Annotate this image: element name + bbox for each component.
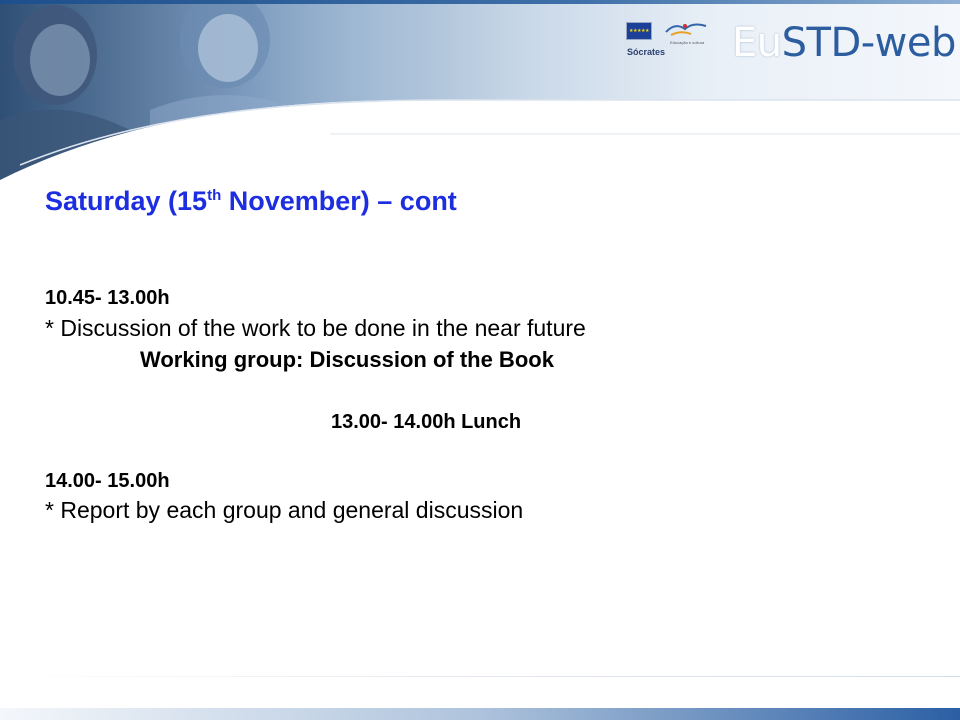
session1-item: * Discussion of the work to be done in t…: [45, 315, 586, 341]
education-bird-icon: [665, 23, 707, 36]
session1-working-group: Working group: Discussion of the Book: [140, 347, 554, 372]
slide-header: ★★★★★ Educação e cultura Sócrates EuSTD-…: [0, 0, 960, 200]
title-rest: November) – cont: [221, 186, 457, 216]
footer-divider: [0, 676, 960, 677]
title-main: Saturday (15: [45, 186, 208, 216]
title-superscript: th: [207, 187, 222, 204]
eu-flag-icon: ★★★★★: [626, 22, 652, 40]
socrates-label: Sócrates: [627, 47, 666, 57]
lunch-break: 13.00- 14.00h Lunch: [331, 411, 522, 433]
brand-logo: EuSTD-web: [732, 18, 956, 68]
session1-time: 10.45- 13.00h: [45, 287, 170, 309]
session2-item: * Report by each group and general discu…: [45, 497, 524, 523]
brand-eu: Eu: [732, 20, 782, 66]
education-label: Educação e cultura: [670, 40, 705, 45]
brand-std-web: STD-web: [781, 20, 957, 66]
session2-time: 14.00- 15.00h: [45, 470, 170, 492]
slide-title: Saturday (15th November) – cont: [45, 186, 457, 217]
footer-bar: [0, 708, 960, 720]
